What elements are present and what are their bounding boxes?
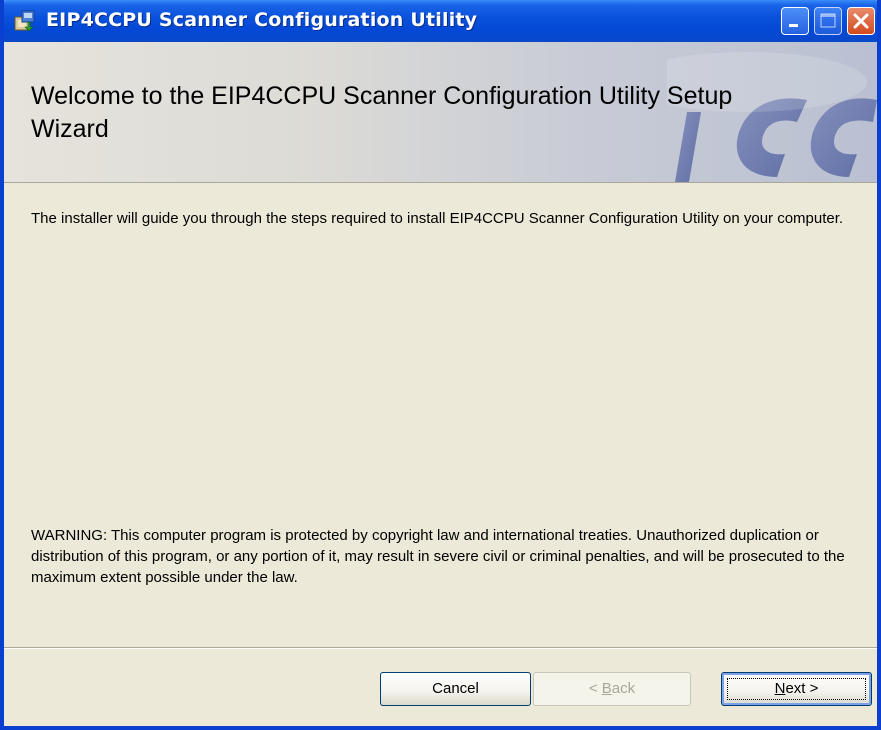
- wizard-banner: Welcome to the EIP4CCPU Scanner Configur…: [4, 42, 877, 183]
- maximize-icon: [820, 13, 836, 28]
- back-accelerator: B: [601, 680, 612, 697]
- close-button[interactable]: [847, 7, 875, 35]
- next-label: Next >: [775, 680, 819, 697]
- back-button[interactable]: < Back: [533, 672, 691, 706]
- cancel-button[interactable]: Cancel: [380, 672, 531, 706]
- footer-divider: [4, 647, 877, 649]
- title-bar[interactable]: EIP4CCPU Scanner Configuration Utility: [4, 0, 877, 42]
- wizard-heading: Welcome to the EIP4CCPU Scanner Configur…: [31, 82, 733, 143]
- minimize-button[interactable]: [781, 7, 809, 35]
- intro-text: The installer will guide you through the…: [31, 210, 844, 227]
- maximize-button[interactable]: [814, 7, 842, 35]
- copyright-warning: WARNING: This computer program is protec…: [31, 527, 845, 586]
- close-icon: [853, 13, 869, 29]
- next-accelerator: N: [774, 680, 786, 697]
- back-prefix: <: [588, 680, 602, 697]
- back-rest: ack: [611, 680, 636, 697]
- next-rest: ext >: [785, 680, 819, 697]
- cancel-label: Cancel: [432, 680, 479, 697]
- next-button[interactable]: Next >: [721, 672, 872, 706]
- back-label: < Back: [589, 680, 635, 697]
- installer-package-icon: [13, 9, 37, 33]
- window-title: EIP4CCPU Scanner Configuration Utility: [46, 9, 478, 31]
- minimize-icon: [789, 24, 798, 27]
- installer-window: EIP4CCPU Scanner Configuration Utility W…: [0, 0, 881, 730]
